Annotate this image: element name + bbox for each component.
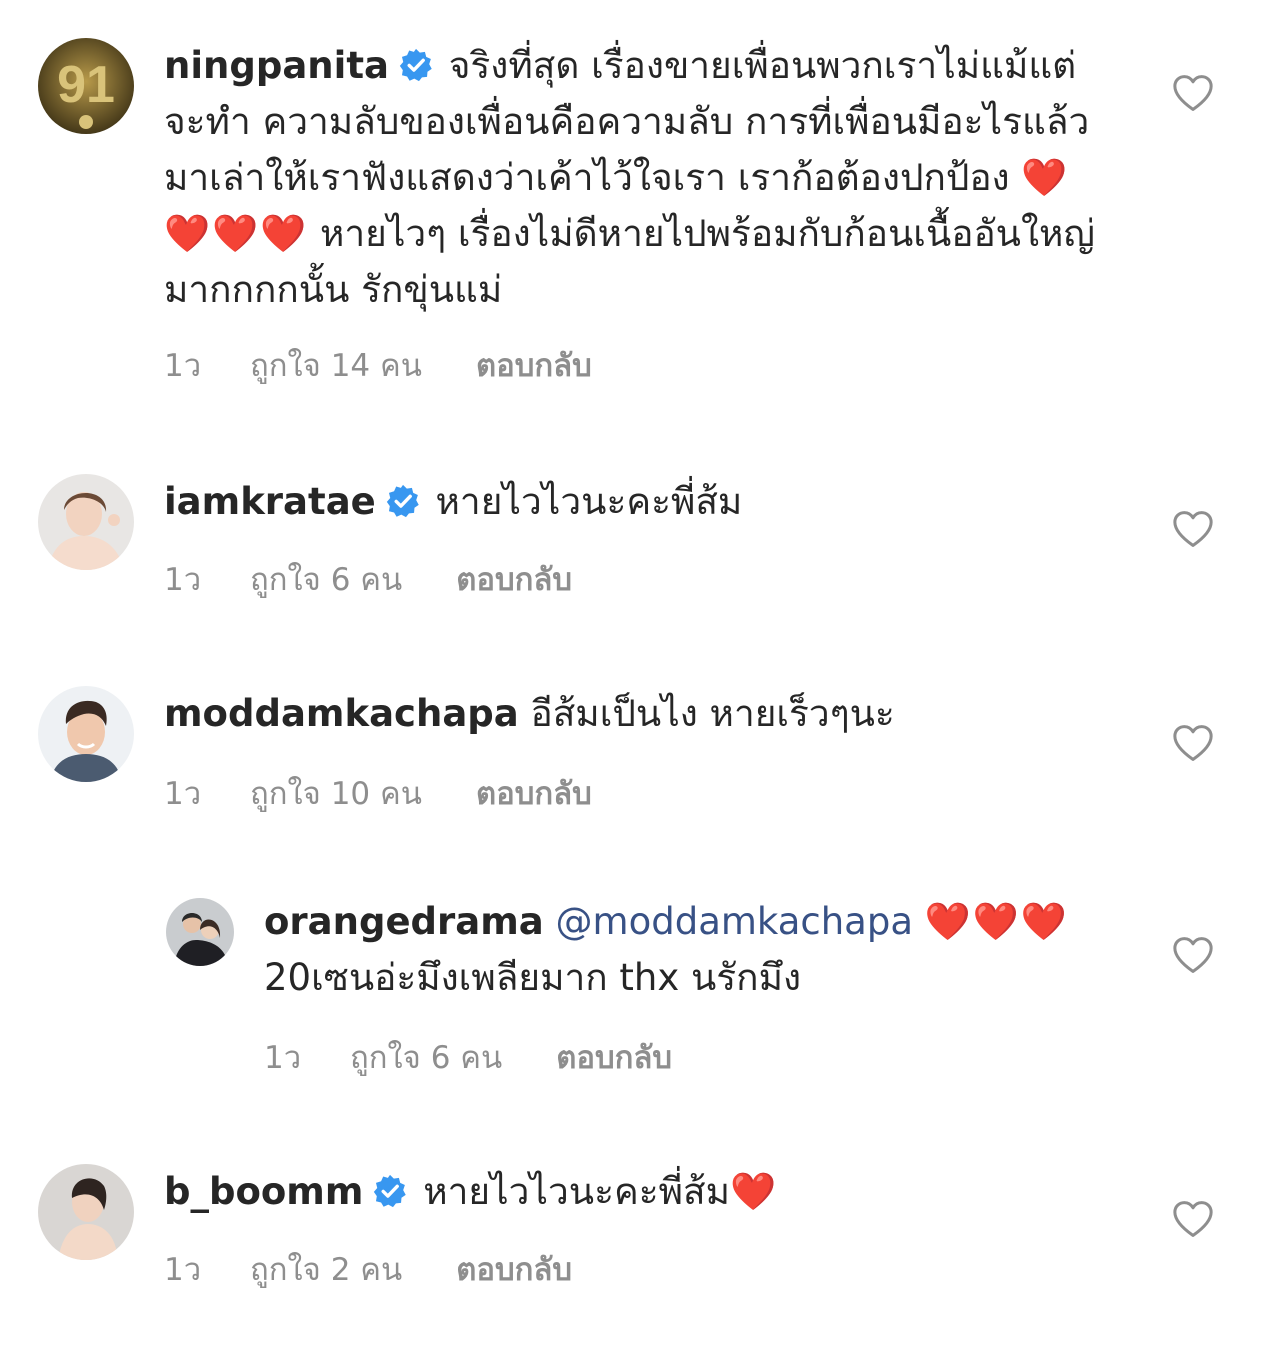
comment: iamkratae หายไวไวนะคะพี่ส้ม 1ว ถูกใจ 6 คน… — [0, 460, 1280, 620]
comment-meta: 1ว ถูกใจ 14 คน ตอบกลับ — [164, 340, 592, 390]
heart-outline-icon[interactable] — [1172, 510, 1214, 548]
timestamp: 1ว — [264, 1040, 302, 1076]
comment-body: moddamkachapa อีส้มเป็นไง หายเร็วๆนะ — [164, 686, 1114, 742]
avatar[interactable]: 91 — [38, 38, 134, 134]
comment-message: หายไวไวนะคะพี่ส้ม — [435, 480, 743, 523]
avatar[interactable] — [166, 898, 234, 966]
avatar[interactable] — [38, 686, 134, 782]
heart-outline-icon[interactable] — [1172, 724, 1214, 762]
heart-emoji: ❤️❤️❤️ — [924, 900, 1069, 943]
reply-comment: orangedrama @moddamkachapa ❤️❤️❤️ 20เซนอ่… — [0, 888, 1280, 1088]
timestamp: 1ว — [164, 348, 202, 384]
avatar-image — [38, 1164, 134, 1260]
timestamp: 1ว — [164, 776, 202, 812]
comment-body: ningpanita จริงที่สุด เรื่องขายเพื่อนพวก… — [164, 38, 1114, 318]
reply-button[interactable]: ตอบกลับ — [456, 1244, 572, 1294]
comment-meta: 1ว ถูกใจ 2 คน ตอบกลับ — [164, 1244, 572, 1294]
verified-badge-icon — [386, 484, 420, 518]
comment-body: iamkratae หายไวไวนะคะพี่ส้ม — [164, 474, 1114, 530]
like-count[interactable]: ถูกใจ 6 คน — [250, 554, 402, 604]
comment-message: หายไวไวนะคะพี่ส้ม — [423, 1170, 730, 1213]
comment: b_boomm หายไวไวนะคะพี่ส้ม❤️ 1ว ถูกใจ 2 คน… — [0, 1150, 1280, 1310]
heart-outline-icon[interactable] — [1172, 74, 1214, 112]
comment: moddamkachapa อีส้มเป็นไง หายเร็วๆนะ 1ว ถ… — [0, 674, 1280, 834]
timestamp: 1ว — [164, 562, 202, 598]
comment-body: orangedrama @moddamkachapa ❤️❤️❤️ 20เซนอ่… — [264, 894, 1094, 1006]
username[interactable]: orangedrama — [264, 900, 544, 943]
heart-emoji: ❤️ — [729, 1170, 779, 1213]
avatar-image — [38, 474, 134, 570]
username[interactable]: iamkratae — [164, 480, 376, 523]
heart-outline-icon[interactable] — [1172, 1200, 1214, 1238]
avatar-image — [38, 686, 134, 782]
like-count[interactable]: ถูกใจ 10 คน — [250, 768, 422, 818]
verified-badge-icon — [399, 48, 433, 82]
heart-outline-icon[interactable] — [1172, 936, 1214, 974]
like-count[interactable]: ถูกใจ 6 คน — [350, 1032, 502, 1082]
avatar-image — [166, 898, 234, 966]
verified-badge-icon — [373, 1174, 407, 1208]
comment: 91 ningpanita จริงที่สุด เรื่องขายเพื่อน… — [0, 0, 1280, 420]
avatar-image: 91 — [38, 38, 134, 134]
reply-button[interactable]: ตอบกลับ — [456, 554, 572, 604]
like-count[interactable]: ถูกใจ 2 คน — [250, 1244, 402, 1294]
comment-text: ningpanita จริงที่สุด เรื่องขายเพื่อนพวก… — [164, 38, 1114, 318]
reply-button[interactable]: ตอบกลับ — [476, 768, 592, 818]
like-count[interactable]: ถูกใจ 14 คน — [250, 340, 422, 390]
comment-meta: 1ว ถูกใจ 6 คน ตอบกลับ — [264, 1032, 672, 1082]
timestamp: 1ว — [164, 1252, 202, 1288]
avatar-label: 91 — [57, 56, 115, 114]
comment-meta: 1ว ถูกใจ 6 คน ตอบกลับ — [164, 554, 572, 604]
avatar[interactable] — [38, 474, 134, 570]
reply-button[interactable]: ตอบกลับ — [556, 1032, 672, 1082]
username[interactable]: ningpanita — [164, 44, 389, 87]
avatar[interactable] — [38, 1164, 134, 1260]
username[interactable]: b_boomm — [164, 1170, 363, 1213]
comment-text: iamkratae หายไวไวนะคะพี่ส้ม — [164, 474, 1114, 530]
comment-text: moddamkachapa อีส้มเป็นไง หายเร็วๆนะ — [164, 686, 1114, 742]
username[interactable]: moddamkachapa — [164, 692, 519, 735]
reply-button[interactable]: ตอบกลับ — [476, 340, 592, 390]
comment-meta: 1ว ถูกใจ 10 คน ตอบกลับ — [164, 768, 592, 818]
comment-text: orangedrama @moddamkachapa ❤️❤️❤️ 20เซนอ่… — [264, 894, 1094, 1006]
mention-link[interactable]: @moddamkachapa — [556, 900, 913, 943]
comment-body: b_boomm หายไวไวนะคะพี่ส้ม❤️ — [164, 1164, 1114, 1220]
comment-message: อีส้มเป็นไง หายเร็วๆนะ — [530, 692, 895, 735]
comment-text: b_boomm หายไวไวนะคะพี่ส้ม❤️ — [164, 1164, 1114, 1220]
comment-message: 20เซนอ่ะมึงเพลียมาก thx นรักมึง — [264, 956, 802, 999]
